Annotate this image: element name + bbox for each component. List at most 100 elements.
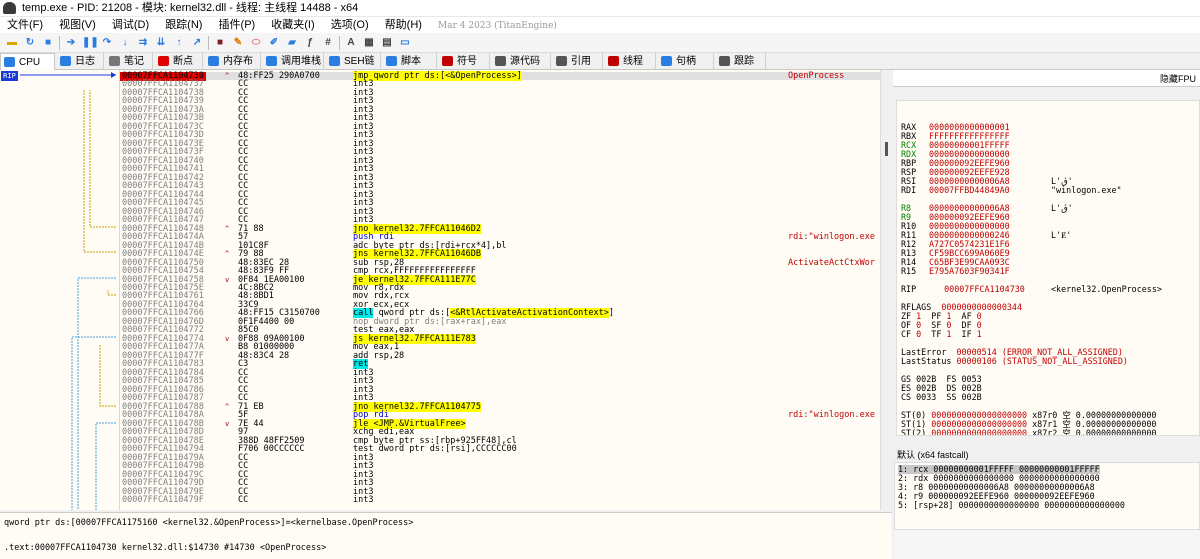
disasm-row[interactable]: 00007FFCA1104786 CC int3 [120,386,880,394]
disasm-row[interactable]: 00007FFCA1104739 CC int3 [120,97,880,105]
disasm-row[interactable]: 00007FFCA1104737 CC int3 [120,80,880,88]
disasm-row[interactable]: 00007FFCA1104784 CC int3 [120,369,880,377]
tab-callstack[interactable]: 调用堆栈 [263,53,324,70]
disassembly-view[interactable]: 00007FFCA1104730 ^ 48:FF25 290A0700 jmp qwo… [120,70,880,510]
disasm-row[interactable]: 00007FFCA110479A CC int3 [120,454,880,462]
menu-debug[interactable]: 调试(D) [112,17,149,33]
disasm-row[interactable]: 00007FFCA110473B CC int3 [120,114,880,122]
disasm-row[interactable]: 00007FFCA1104772 85C0 test eax,eax [120,326,880,334]
disasm-row[interactable]: 00007FFCA110477A B8 01000000 mov eax,1 [120,343,880,351]
segment-row[interactable]: CS 0033 SS 002B [901,393,982,402]
disasm-row[interactable]: 00007FFCA1104730 ^ 48:FF25 290A0700 jmp qwo… [120,71,880,81]
register-rip[interactable]: RIP 00007FFCA1104730 <kernel32.OpenProces… [901,285,1162,294]
disasm-row[interactable]: 00007FFCA1104788 ^ 71 EB jno kernel32.7FFCA… [120,401,880,412]
tab-trace[interactable]: 跟踪 [716,53,766,70]
disasm-row[interactable]: 00007FFCA1104794 F706 00CCCCCC test dword … [120,445,880,453]
menu-options[interactable]: 选项(O) [331,17,369,33]
disasm-row[interactable]: 00007FFCA110479E CC int3 [120,488,880,496]
bookmark-icon[interactable]: ▰ [285,36,299,50]
tab-breakpoint[interactable]: 断点 [155,53,203,70]
disasm-row[interactable]: 00007FFCA1104774 v 0F88 09A00100 js kernel3… [120,333,880,344]
tab-handle[interactable]: 句柄 [658,53,714,70]
call-arguments[interactable]: 1: rcx 00000000001FFFFF 00000000001FFFFF… [894,462,1200,530]
hide-fpu-button[interactable]: 隐藏FPU [1160,72,1196,85]
fpu-register[interactable]: ST(2) 0000000000000000000 x87r2 空 0.0000… [901,429,1156,436]
disasm-row[interactable]: 00007FFCA1104787 CC int3 [120,394,880,402]
tab-seh[interactable]: SEH链 [326,53,381,70]
disasm-row[interactable]: 00007FFCA1104744 CC int3 [120,191,880,199]
calc-icon[interactable]: ▦ [362,36,376,50]
close-icon[interactable]: ■ [41,36,55,50]
menu-view[interactable]: 视图(V) [59,17,96,33]
function-icon[interactable]: ƒ [303,36,317,50]
disasm-row[interactable]: 00007FFCA1104747 CC int3 [120,216,880,224]
tab-memory[interactable]: 内存布局 [205,53,261,84]
disasm-row[interactable]: 00007FFCA110479F CC int3 [120,496,880,504]
disasm-row[interactable]: 00007FFCA110473A CC int3 [120,106,880,114]
call-argument-row[interactable]: 5: [rsp+28] 0000000000000000 00000000000… [898,501,1125,510]
flag-row[interactable]: CF 0 TF 1 IF 1 [901,330,982,339]
log-icon[interactable]: ▤ [380,36,394,50]
disasm-row[interactable]: 00007FFCA110475E 4C:8BC2 mov r8,rdx [120,284,880,292]
pause-icon[interactable]: ❚❚ [82,36,99,50]
label-icon[interactable]: ✐ [267,36,281,50]
tab-notes[interactable]: 笔记 [106,53,153,70]
menu-favourites[interactable]: 收藏夹(I) [271,17,314,33]
disasm-row[interactable]: 00007FFCA1104742 CC int3 [120,174,880,182]
execute-till-return-icon[interactable]: ↑ [172,36,186,50]
register-view[interactable]: RAX 0000000000000001 RBX FFFFFFFFFFFFFFFF RC… [896,100,1200,436]
calling-convention[interactable]: 默认 (x64 fastcall) [894,449,1200,462]
disasm-row[interactable]: 00007FFCA110473E CC int3 [120,140,880,148]
tab-thread[interactable]: 线程 [605,53,656,70]
comment-icon[interactable]: ⬭ [249,36,263,50]
disasm-row[interactable]: 00007FFCA1104738 CC int3 [120,89,880,97]
disasm-row[interactable]: 00007FFCA1104754 48:83F9 FF cmp rcx,FFFFFF… [120,267,880,275]
disasm-row[interactable]: 00007FFCA1104783 C3 ret [120,359,880,370]
disasm-row[interactable]: 00007FFCA1104748 ^ 71 88 jno kernel32.7FFCA… [120,223,880,234]
disasm-row[interactable]: 00007FFCA110479C CC int3 [120,471,880,479]
open-icon[interactable]: ▬ [5,36,19,50]
trace-over-icon[interactable]: ⇊ [154,36,168,50]
scroll-thumb[interactable] [885,142,888,156]
disasm-row[interactable]: 00007FFCA110473F CC int3 [120,148,880,156]
menu-file[interactable]: 文件(F) [7,17,43,33]
scylla-icon[interactable]: ■ [213,36,227,50]
patch-icon[interactable]: ✎ [231,36,245,50]
hash-icon[interactable]: # [321,36,335,50]
disasm-row[interactable]: 00007FFCA110478B v 7E 44 jle <JMP.&VirtualF… [120,418,880,429]
step-over-icon[interactable]: ↓ [118,36,132,50]
disasm-row[interactable]: 00007FFCA1104740 CC int3 [120,157,880,165]
disasm-row[interactable]: 00007FFCA110476D 0F1F4400 00 nop dword ptr… [120,318,880,327]
disasm-row[interactable]: 00007FFCA110479B CC int3 [120,462,880,470]
restart-icon[interactable]: ↻ [23,36,37,50]
menu-trace[interactable]: 跟踪(N) [165,17,202,33]
disasm-row[interactable]: 00007FFCA1104750 48:83EC 28 sub rsp,28 Acti… [120,259,880,267]
disasm-row[interactable]: 00007FFCA1104741 CC int3 [120,165,880,173]
disasm-row[interactable]: 00007FFCA110477F 48:83C4 28 add rsp,28 [120,352,880,360]
tab-cpu[interactable]: CPU [0,53,55,70]
disasm-row[interactable]: 00007FFCA110479D CC int3 [120,479,880,487]
run-icon[interactable]: ➔ [64,36,78,50]
disasm-row[interactable]: 00007FFCA110473C CC int3 [120,123,880,131]
screen-icon[interactable]: ▭ [398,36,412,50]
disasm-row[interactable]: 00007FFCA110478A 5F pop rdi rdi:"winlogon.e… [120,411,880,420]
tab-symbol[interactable]: 符号 [439,53,490,70]
menu-plugins[interactable]: 插件(P) [219,17,256,33]
disasm-row[interactable]: 00007FFCA1104743 CC int3 [120,182,880,190]
menu-help[interactable]: 帮助(H) [385,17,422,33]
disasm-row[interactable]: 00007FFCA110474B 101C8F adc byte ptr ds:[r… [120,242,880,250]
register-rdi[interactable]: RDI 00007FFBD44849A0 "winlogon.exe" [901,186,1122,195]
step-into-icon[interactable]: ↷ [100,36,114,50]
disasm-row[interactable]: 00007FFCA1104785 CC int3 [120,377,880,385]
disasm-row[interactable]: 00007FFCA1104746 CC int3 [120,208,880,216]
disasm-row[interactable]: 00007FFCA1104758 v 0F84 1EA00100 je kernel3… [120,274,880,285]
disasm-row[interactable]: 00007FFCA110473D CC int3 [120,131,880,139]
font-icon[interactable]: A [344,36,358,50]
disasm-row[interactable]: 00007FFCA1104745 CC int3 [120,199,880,207]
tab-log[interactable]: 日志 [57,53,104,70]
disasm-row[interactable]: 00007FFCA1104761 48:8BD1 mov rdx,rcx [120,292,880,300]
last-status[interactable]: LastStatus 00000106 (STATUS_NOT_ALL_ASSI… [901,357,1128,366]
disassembly-scrollbar[interactable] [880,70,892,510]
trace-into-icon[interactable]: ⇉ [136,36,150,50]
disasm-row[interactable]: 00007FFCA110474E ^ 79 88 jns kernel32.7FFCA… [120,249,880,260]
